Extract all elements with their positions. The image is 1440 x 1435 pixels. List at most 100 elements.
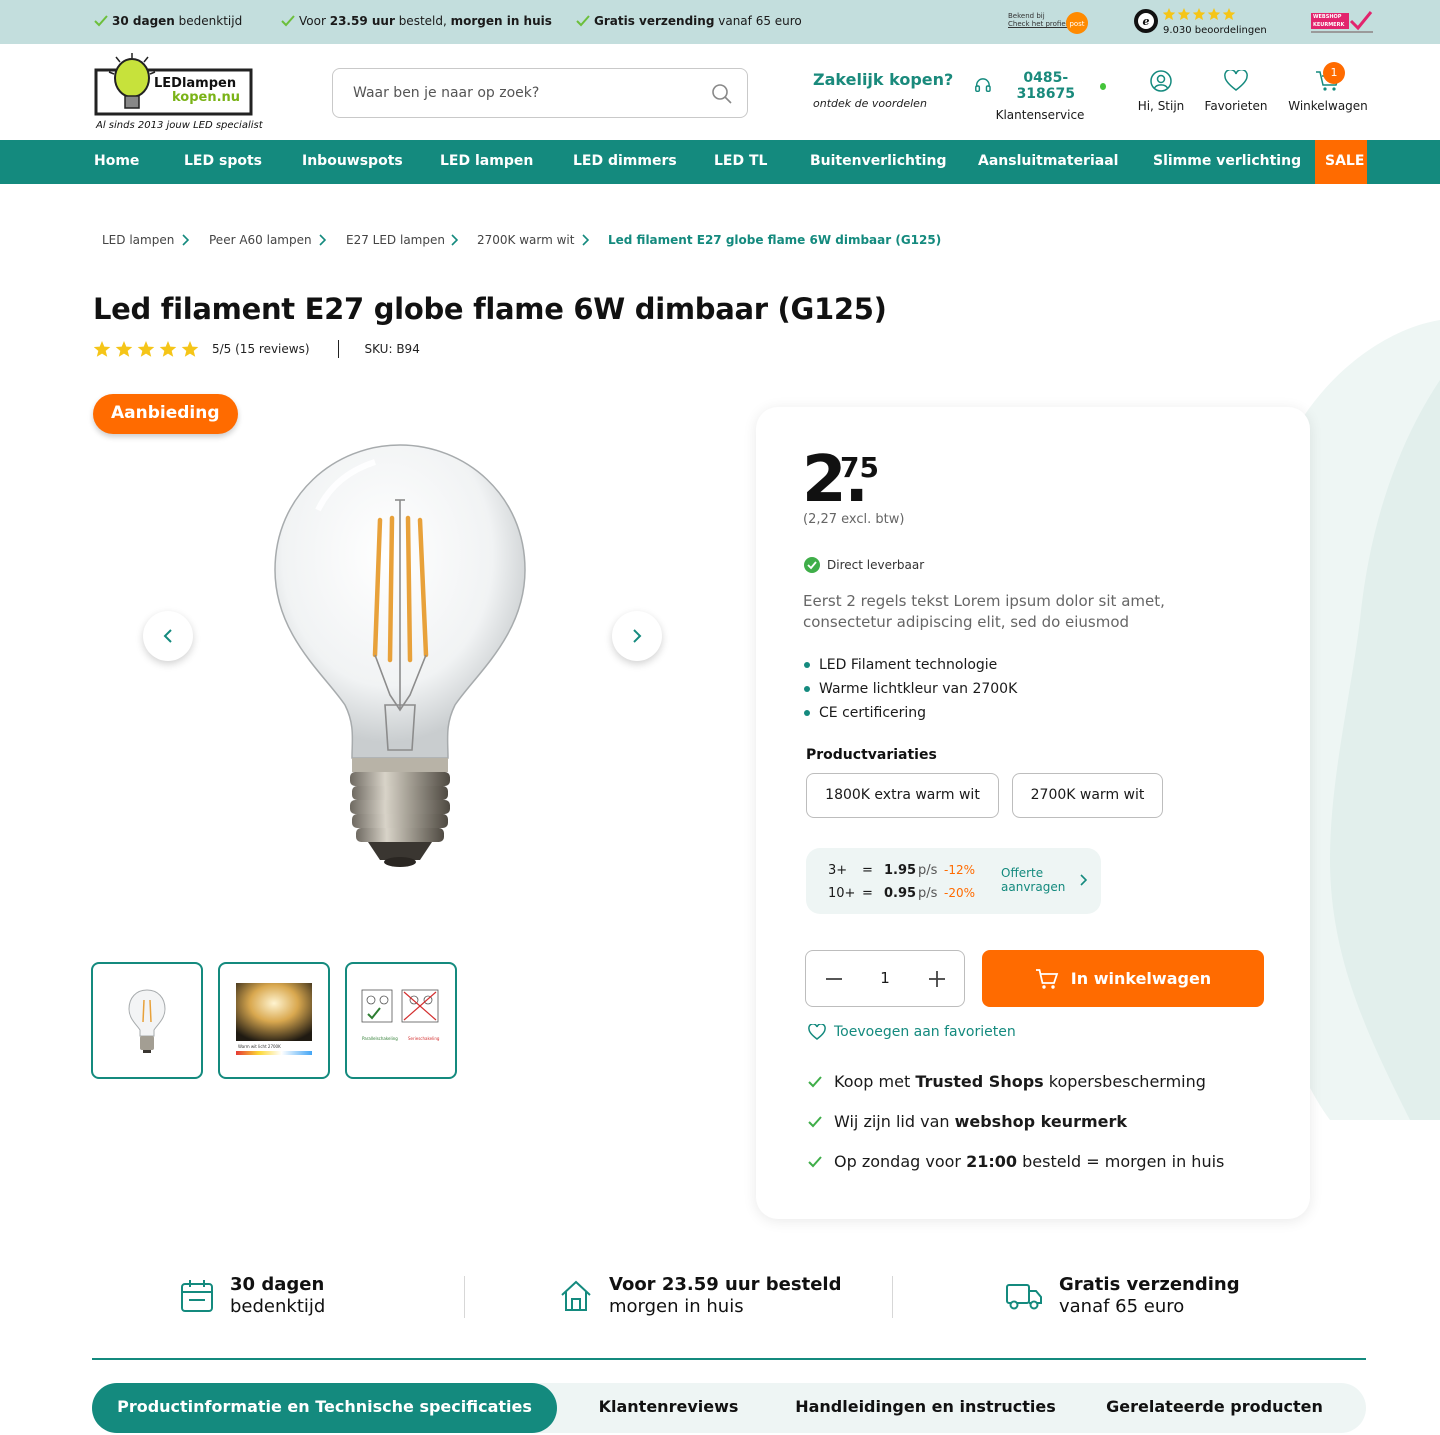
check-icon	[808, 1075, 822, 1087]
check-icon	[808, 1115, 822, 1127]
tier-price: 1.95	[884, 863, 917, 878]
check-icon	[808, 1155, 822, 1167]
divider	[892, 1276, 893, 1318]
thumbnail-1[interactable]	[91, 962, 203, 1079]
nav-aansluitmateriaal[interactable]: Aansluitmateriaal	[978, 140, 1118, 184]
stock-status: Direct leverbaar	[804, 557, 924, 573]
cart-link[interactable]: Winkelwagen 1	[1288, 62, 1368, 113]
usp-title: Voor 23.59 uur besteld	[609, 1274, 842, 1295]
phone-number[interactable]: 0485-318675	[1000, 70, 1092, 102]
business-link[interactable]: Zakelijk kopen? ontdek de voordelen	[813, 70, 953, 110]
postnl-label: Bekend bij	[1008, 12, 1045, 20]
breadcrumb-item[interactable]: E27 LED lampen	[346, 233, 445, 247]
breadcrumb-item[interactable]: Peer A60 lampen	[209, 233, 312, 247]
image-prev-button[interactable]	[143, 611, 193, 661]
customer-service[interactable]: 0485-318675 Klantenservice	[974, 70, 1106, 122]
thumbnail-2[interactable]: Warm wit licht 2700K	[218, 962, 330, 1079]
chevron-right-icon	[633, 629, 642, 643]
business-title: Zakelijk kopen?	[813, 70, 954, 89]
tier-qty: 3+	[828, 863, 848, 878]
site-logo[interactable]: LEDlampen kopen.nu Al sinds 2013 jouw LE…	[94, 52, 274, 132]
tab-product-info[interactable]: Productinformatie en Technische specific…	[92, 1383, 557, 1433]
usp-subtitle: vanaf 65 euro	[1059, 1296, 1185, 1317]
account-link[interactable]: Hi, Stijn	[1134, 70, 1188, 113]
chevron-right-icon	[582, 234, 589, 246]
feature-item: CE certificering	[804, 701, 1017, 725]
search-icon[interactable]	[711, 83, 733, 105]
tier-discount: -12%	[944, 863, 976, 877]
nav-led-tl[interactable]: LED TL	[714, 140, 767, 184]
nav-led-spots[interactable]: LED spots	[184, 140, 262, 184]
favorites-label: Favorieten	[1204, 99, 1268, 113]
nav-inbouwspots[interactable]: Inbouwspots	[302, 140, 403, 184]
favorites-link[interactable]: Favorieten	[1204, 68, 1268, 113]
usp-title: Gratis verzending	[1059, 1274, 1240, 1295]
postnl-link[interactable]: Check het profiel	[1008, 20, 1068, 28]
keurmerk-check-icon	[1349, 11, 1373, 31]
tier-equals: =	[862, 863, 873, 878]
tab-reviews[interactable]: Klantenreviews	[592, 1383, 745, 1433]
price-integer: 2	[802, 443, 847, 517]
check-icon	[576, 15, 590, 27]
tier-row: 3+ = 1.95 p/s -12%	[828, 863, 975, 878]
search-input[interactable]	[333, 69, 693, 117]
tab-related-products[interactable]: Gerelateerde producten	[1102, 1383, 1327, 1433]
account-label: Hi, Stijn	[1137, 99, 1185, 113]
nav-led-dimmers[interactable]: LED dimmers	[573, 140, 677, 184]
webshop-keurmerk-badge[interactable]: WEBSHOP KEURMERK	[1311, 11, 1373, 35]
thumbnail-caption: Serieschakeling	[408, 1036, 440, 1041]
trusted-shops-badge[interactable]: e 9.030 beoordelingen	[1133, 8, 1267, 38]
postnl-logo-icon: post	[1066, 12, 1088, 34]
usp-return-period: 30 dagen bedenktijd	[180, 1274, 325, 1318]
usp-bedenktijd: 30 dagen bedenktijd	[94, 14, 242, 28]
chevron-right-icon	[1080, 874, 1087, 886]
tier-price: 0.95	[884, 886, 917, 901]
price-decimals: 75	[840, 451, 879, 484]
breadcrumb-item[interactable]: LED lampen	[102, 233, 174, 247]
cart-label: Winkelwagen	[1288, 99, 1368, 113]
quantity-stepper[interactable]: 1	[805, 950, 965, 1007]
variations-label: Productvariaties	[806, 747, 937, 763]
rating-text[interactable]: 5/5 (15 reviews)	[212, 342, 310, 356]
chevron-left-icon	[163, 629, 172, 643]
tier-pricing: 3+ = 1.95 p/s -12% 10+ = 0.95 p/s -20% O…	[806, 848, 1101, 914]
stock-label: Direct leverbaar	[827, 558, 925, 572]
nav-led-lampen[interactable]: LED lampen	[440, 140, 533, 184]
keurmerk-label: WEBSHOP KEURMERK	[1311, 13, 1349, 29]
quote-label: aanvragen	[1001, 880, 1066, 894]
main-navigation: Home LED spots Inbouwspots LED lampen LE…	[0, 140, 1440, 184]
breadcrumb-item[interactable]: 2700K warm wit	[477, 233, 574, 247]
search-bar[interactable]	[332, 68, 748, 118]
heart-icon	[1224, 68, 1248, 91]
thumbnail-wiring-diagram-image: Parallelschakeling Serieschakeling	[361, 989, 440, 1041]
breadcrumb-current: Led filament E27 globe flame 6W dimbaar …	[608, 233, 942, 247]
plus-icon[interactable]	[925, 967, 949, 991]
truck-icon	[1006, 1284, 1042, 1310]
variation-button-2700k[interactable]: 2700K warm wit	[1012, 773, 1163, 818]
product-tabs: Productinformatie en Technische specific…	[92, 1383, 1366, 1433]
nav-home[interactable]: Home	[94, 140, 139, 184]
thumbnail-3[interactable]: Parallelschakeling Serieschakeling	[345, 962, 457, 1079]
stars-icon	[94, 340, 199, 357]
variation-button-1800k[interactable]: 1800K extra warm wit	[806, 773, 999, 818]
tier-unit: p/s	[918, 886, 938, 901]
add-favorite-label: Toevoegen aan favorieten	[834, 1024, 1016, 1040]
offer-badge: Aanbieding	[93, 394, 238, 434]
nav-sale[interactable]: SALE	[1315, 140, 1367, 184]
product-rating[interactable]: 5/5 (15 reviews) SKU: B94	[94, 340, 420, 358]
quote-request-link[interactable]: Offerte aanvragen	[1001, 866, 1087, 894]
tier-qty: 10+	[828, 886, 856, 901]
add-to-cart-label: In winkelwagen	[1070, 969, 1212, 988]
add-to-cart-button[interactable]: In winkelwagen	[982, 950, 1264, 1007]
price-excl-vat: (2,27 excl. btw)	[803, 512, 905, 527]
image-next-button[interactable]	[612, 611, 662, 661]
tab-manuals[interactable]: Handleidingen en instructies	[792, 1383, 1059, 1433]
add-favorite-link[interactable]: Toevoegen aan favorieten	[808, 1024, 1016, 1040]
postnl-badge[interactable]: Bekend bij Check het profiel post	[1008, 12, 1088, 34]
nav-slimme-verlichting[interactable]: Slimme verlichting	[1153, 140, 1301, 184]
nav-buitenverlichting[interactable]: Buitenverlichting	[810, 140, 946, 184]
svg-text:e: e	[1143, 15, 1150, 28]
cart-count-badge: 1	[1323, 62, 1345, 84]
home-icon	[561, 1280, 591, 1311]
thumbnail-caption: Warm wit licht 2700K	[238, 1044, 281, 1049]
